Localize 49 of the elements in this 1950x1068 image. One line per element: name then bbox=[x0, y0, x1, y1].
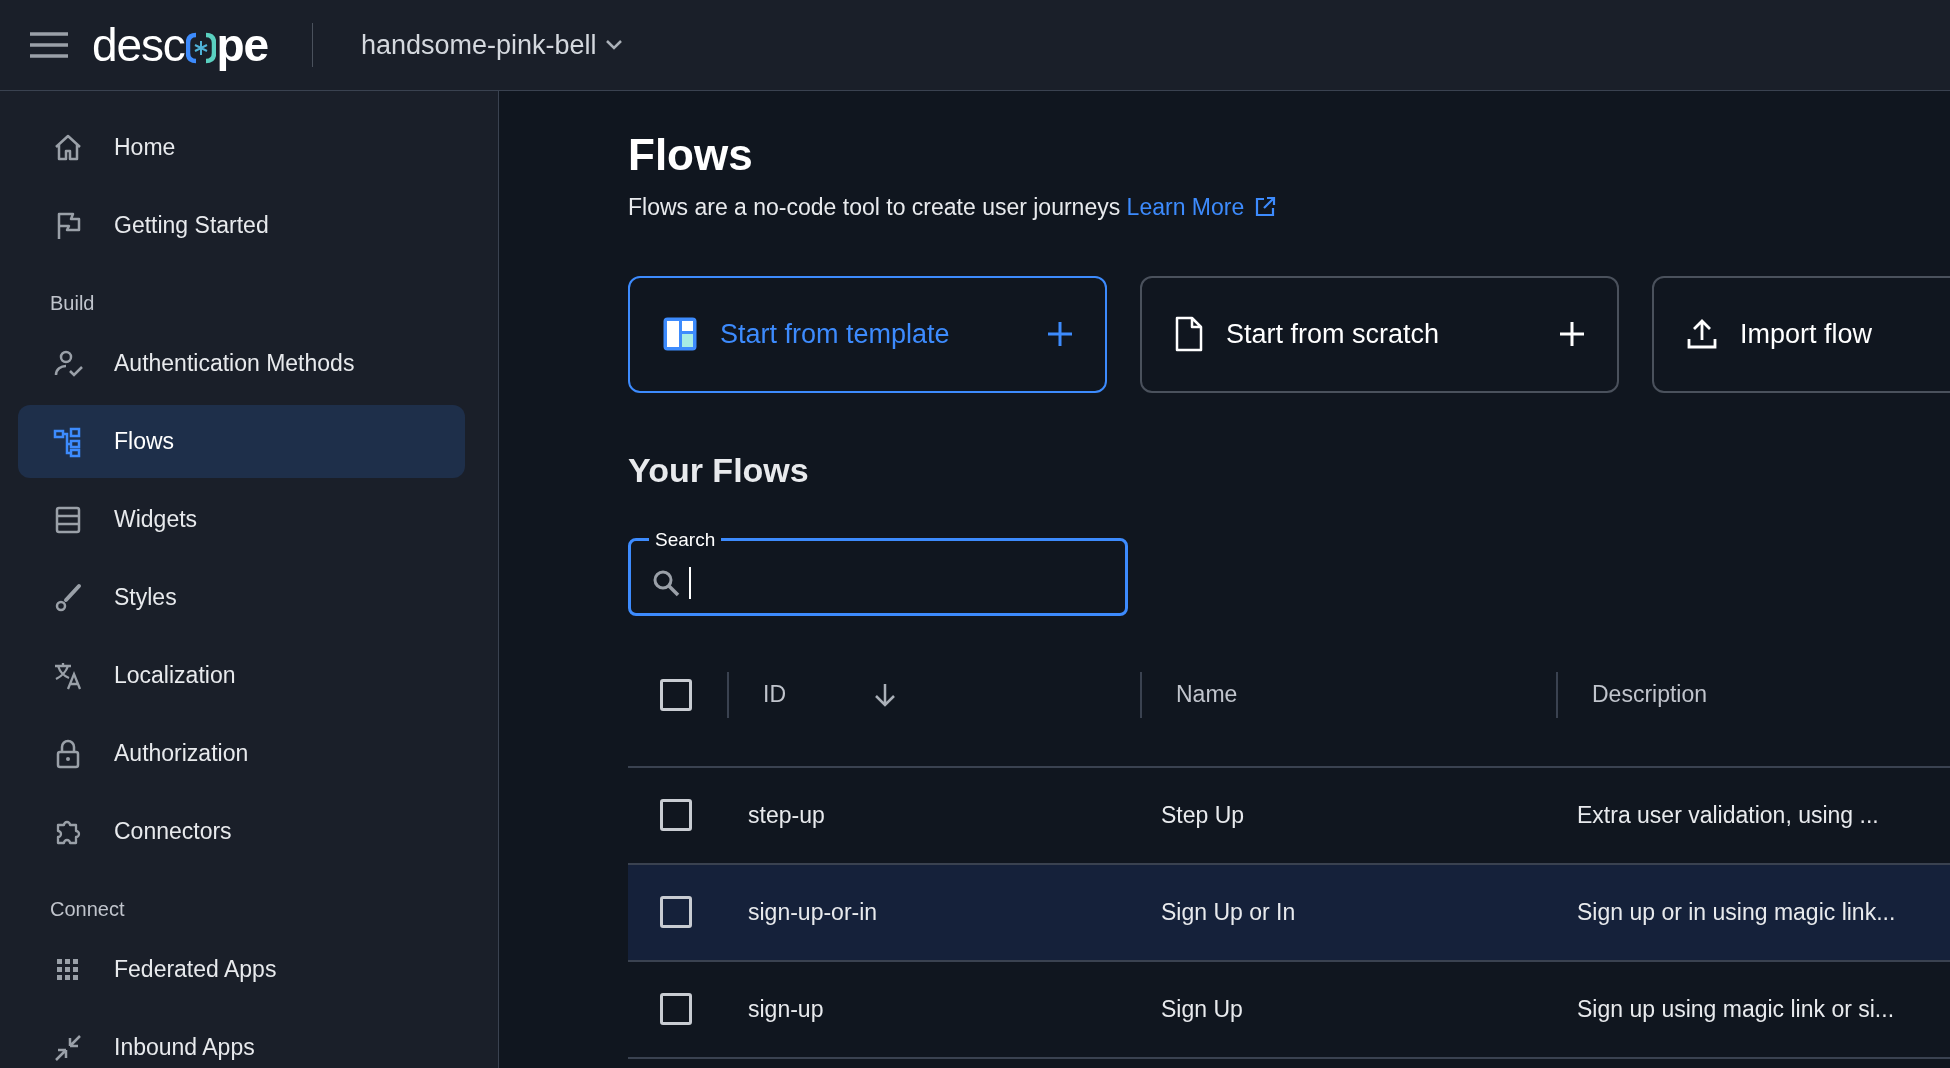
nav-item[interactable]: Getting Started bbox=[18, 189, 465, 262]
page-title: Flows bbox=[628, 129, 753, 181]
external-link-icon bbox=[1254, 196, 1277, 219]
learn-more-link[interactable]: Learn More bbox=[1126, 190, 1277, 225]
project-selector[interactable]: handsome-pink-bell bbox=[360, 24, 623, 66]
plus-icon bbox=[1047, 321, 1073, 347]
document-icon bbox=[1174, 316, 1204, 352]
template-icon bbox=[662, 316, 698, 352]
nav-item[interactable]: Localization bbox=[18, 639, 465, 712]
checkbox[interactable] bbox=[660, 896, 692, 928]
table-cell: Extra user validation, using ... bbox=[1577, 801, 1879, 828]
upload-icon bbox=[1686, 318, 1718, 350]
search-icon bbox=[651, 568, 681, 599]
checkbox[interactable] bbox=[660, 993, 692, 1025]
table-cell: Sign Up bbox=[1161, 995, 1243, 1022]
table-cell: sign-up bbox=[748, 995, 824, 1022]
table-cell: Step Up bbox=[1161, 801, 1245, 828]
plus-icon bbox=[1559, 321, 1585, 347]
nav-item[interactable]: Connectors bbox=[18, 795, 465, 868]
table-row[interactable]: sign-up Sign Up Sign up using magic link or si... bbox=[628, 961, 1950, 1059]
checkbox[interactable] bbox=[660, 799, 692, 831]
nav-item[interactable]: Authorization bbox=[18, 717, 465, 790]
nav-item[interactable]: Styles bbox=[18, 561, 465, 634]
column-header[interactable]: ID bbox=[763, 677, 899, 712]
action-card[interactable]: Start from template bbox=[628, 275, 1107, 393]
action-card[interactable]: Import flow bbox=[1652, 275, 1950, 393]
table-cell: step-up bbox=[748, 801, 825, 828]
nav-item[interactable]: Inbound Apps bbox=[18, 1011, 465, 1068]
table-cell: Sign Up or In bbox=[1161, 898, 1296, 925]
nav-item[interactable]: Authentication Methods bbox=[18, 327, 465, 400]
section-heading: Connect bbox=[49, 897, 125, 922]
column-header[interactable]: Description bbox=[1592, 677, 1728, 712]
nav-item[interactable]: Flows bbox=[18, 405, 465, 478]
page-subtitle: Flows are a no-code tool to create user journeys Learn More bbox=[628, 190, 1277, 225]
table-cell: Sign up using magic link or si... bbox=[1577, 995, 1895, 1022]
arrow-down-icon[interactable] bbox=[873, 681, 897, 708]
column-header[interactable]: Name bbox=[1176, 677, 1312, 712]
nav-item[interactable]: Home bbox=[18, 111, 465, 184]
section-heading: Build bbox=[49, 291, 95, 316]
menu-icon[interactable] bbox=[30, 32, 68, 58]
action-card[interactable]: Start from scratch bbox=[1140, 275, 1619, 393]
nav-item[interactable]: Widgets bbox=[18, 483, 465, 556]
table-cell: Sign up or in using magic link... bbox=[1577, 898, 1896, 925]
table-row[interactable]: sign-up-or-in Sign Up or In Sign up or in using magic link... bbox=[628, 864, 1950, 962]
chevron-down-icon bbox=[604, 39, 623, 51]
nav-item[interactable]: Federated Apps bbox=[18, 933, 465, 1006]
checkbox[interactable] bbox=[660, 678, 692, 711]
section-title: Your Flows bbox=[628, 449, 809, 491]
table-cell: sign-up-or-in bbox=[748, 898, 878, 925]
